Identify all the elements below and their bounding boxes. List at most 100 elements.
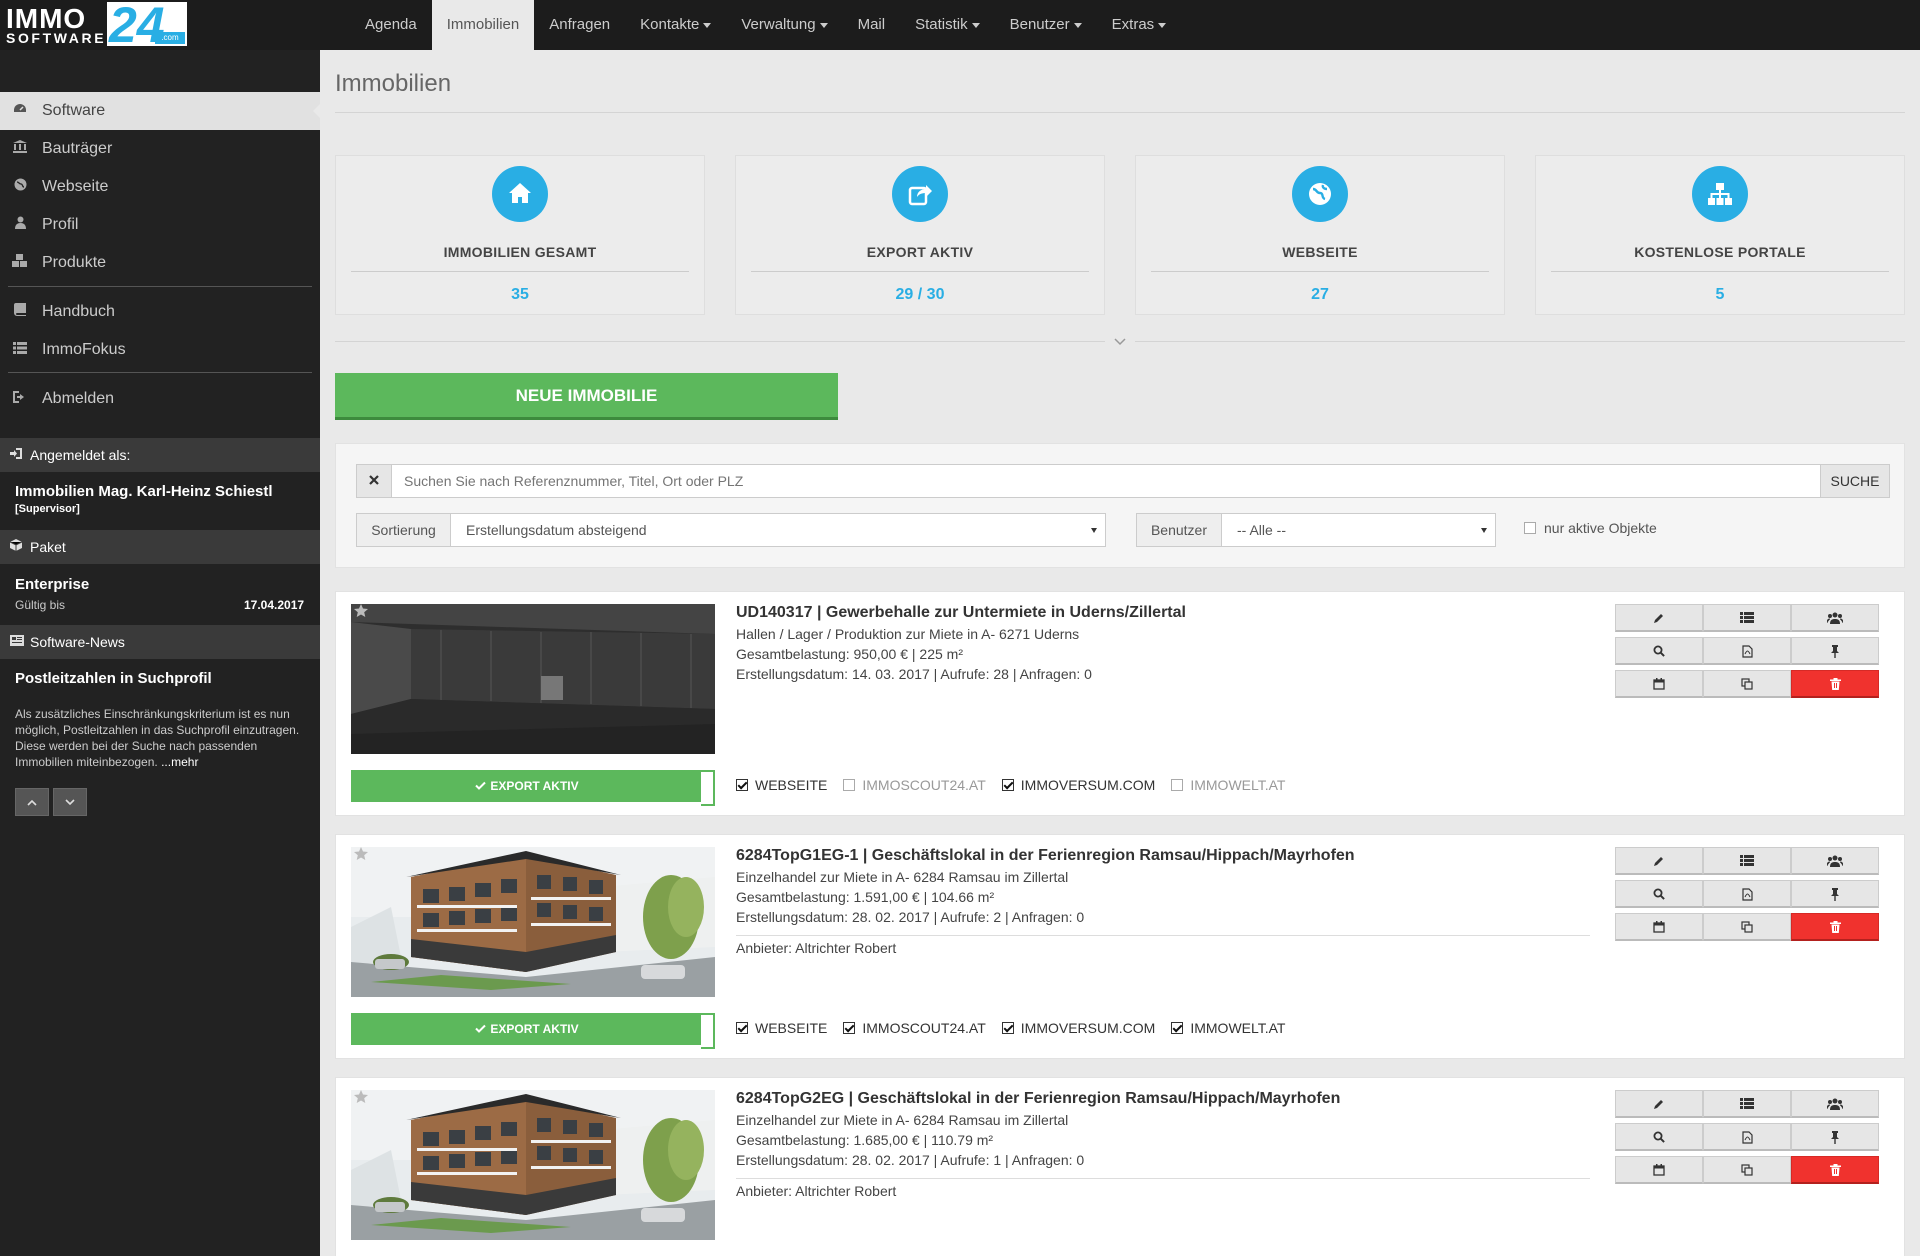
duplicate-button[interactable] (1703, 913, 1791, 941)
sidebar-item-webseite[interactable]: Webseite (0, 168, 320, 206)
search-icon (1653, 887, 1665, 904)
active-only-checkbox[interactable]: nur aktive Objekte (1524, 520, 1657, 536)
portal-checkbox-webseite[interactable]: WEBSEITE (736, 777, 827, 793)
duplicate-button[interactable] (1703, 670, 1791, 698)
export-active-button[interactable]: EXPORT AKTIV (351, 1013, 715, 1049)
preview-button[interactable] (1615, 1123, 1703, 1151)
search-button[interactable]: SUCHE (1820, 464, 1890, 498)
contacts-button[interactable] (1791, 847, 1879, 875)
sort-select[interactable]: Erstellungsdatum absteigend (450, 513, 1106, 547)
stat-immobilien-gesamt[interactable]: IMMOBILIEN GESAMT 35 (335, 155, 705, 315)
sidebar-item-bautraeger[interactable]: Bauträger (0, 130, 320, 168)
nav-item-verwaltung[interactable]: Verwaltung (726, 0, 842, 50)
new-property-button[interactable]: NEUE IMMOBILIE (335, 373, 838, 420)
portal-label: IMMOVERSUM.COM (1020, 777, 1156, 793)
portal-list: WEBSEITE IMMOSCOUT24.AT IMMOVERSUM.COM IMMO… (736, 777, 1286, 793)
stats-collapse-toggle[interactable] (1105, 333, 1135, 349)
property-title[interactable]: 6284TopG2EG | Geschäftslokal in der Feri… (736, 1090, 1340, 1108)
property-title[interactable]: 6284TopG1EG-1 | Geschäftslokal in der Fe… (736, 847, 1355, 865)
appointment-button[interactable] (1615, 913, 1703, 941)
export-active-button[interactable]: EXPORT AKTIV (351, 770, 715, 806)
nav-item-immobilien[interactable]: Immobilien (431, 0, 535, 50)
news-prev-button[interactable] (15, 788, 49, 816)
news-more-link[interactable]: ...mehr (161, 755, 198, 769)
list-icon (1740, 610, 1754, 627)
star-icon[interactable] (354, 847, 368, 864)
chevron-up-icon (27, 799, 37, 806)
pin-button[interactable] (1791, 637, 1879, 665)
appointment-button[interactable] (1615, 670, 1703, 698)
user-select[interactable]: -- Alle -- (1221, 513, 1496, 547)
caret-down-icon (703, 22, 712, 28)
edit-button[interactable] (1615, 1090, 1703, 1118)
edit-button[interactable] (1615, 847, 1703, 875)
preview-button[interactable] (1615, 637, 1703, 665)
portal-checkbox-immoversum-com[interactable]: IMMOVERSUM.COM (1001, 1020, 1155, 1036)
portal-checkbox-immowelt-at[interactable]: IMMOWELT.AT (1171, 1020, 1286, 1036)
chevron-down-icon (1114, 338, 1126, 346)
property-title[interactable]: UD140317 | Gewerbehalle zur Untermiete i… (736, 604, 1186, 622)
appointment-button[interactable] (1615, 1156, 1703, 1184)
star-icon[interactable] (354, 604, 368, 621)
sidebar-item-immofokus[interactable]: ImmoFokus (0, 331, 320, 369)
globe-icon (1292, 166, 1348, 222)
news-next-button[interactable] (53, 788, 87, 816)
star-icon[interactable] (354, 1090, 368, 1107)
logo[interactable]: IMMO SOFTWARE 24 .com (0, 0, 320, 53)
sidebar: Software Bauträger Webseite Profil Produ… (0, 50, 320, 1256)
edit-button[interactable] (1615, 604, 1703, 632)
nav-item-agenda[interactable]: Agenda (350, 0, 432, 50)
user-value: -- Alle -- (1237, 522, 1286, 538)
portal-checkbox-immowelt-at[interactable]: IMMOWELT.AT (1171, 777, 1286, 793)
package-icon (9, 530, 23, 564)
checkbox-icon (1171, 1022, 1184, 1034)
pin-button[interactable] (1791, 880, 1879, 908)
details-button[interactable] (1703, 604, 1791, 632)
calendar-icon (1653, 677, 1665, 694)
nav-item-statistik[interactable]: Statistik (900, 0, 995, 50)
pin-button[interactable] (1791, 1123, 1879, 1151)
property-photo[interactable] (351, 847, 715, 997)
delete-button[interactable] (1791, 670, 1879, 698)
nav-item-mail[interactable]: Mail (843, 0, 901, 50)
nav-item-benutzer[interactable]: Benutzer (995, 0, 1097, 50)
property-photo[interactable] (351, 1090, 715, 1240)
sidebar-item-handbuch[interactable]: Handbuch (0, 293, 320, 331)
details-button[interactable] (1703, 1090, 1791, 1118)
clear-search-button[interactable] (356, 464, 392, 498)
expose-pdf-button[interactable] (1703, 1123, 1791, 1151)
trash-icon (1829, 1163, 1841, 1180)
property-photo[interactable] (351, 604, 715, 754)
property-provider: Anbieter: Altrichter Robert (736, 940, 897, 956)
nav-item-extras[interactable]: Extras (1097, 0, 1182, 50)
duplicate-button[interactable] (1703, 1156, 1791, 1184)
search-input[interactable] (391, 464, 1821, 498)
stat-export-aktiv[interactable]: EXPORT AKTIV 29 / 30 (735, 155, 1105, 315)
sidebar-item-software[interactable]: Software (0, 92, 320, 130)
delete-button[interactable] (1791, 913, 1879, 941)
copy-icon (1741, 1163, 1753, 1180)
nav-item-anfragen[interactable]: Anfragen (534, 0, 625, 50)
title-divider (335, 112, 1905, 113)
sidebar-item-abmelden[interactable]: Abmelden (0, 380, 320, 418)
sidebar-divider (8, 372, 312, 373)
expose-pdf-button[interactable] (1703, 637, 1791, 665)
portal-checkbox-webseite[interactable]: WEBSEITE (736, 1020, 827, 1036)
property-meta: Erstellungsdatum: 14. 03. 2017 | Aufrufe… (736, 666, 1092, 682)
logged-in-header: Angemeldet als: (0, 438, 320, 472)
details-button[interactable] (1703, 847, 1791, 875)
contacts-button[interactable] (1791, 1090, 1879, 1118)
portal-checkbox-immoscout24-at[interactable]: IMMOSCOUT24.AT (843, 1020, 986, 1036)
sidebar-item-profil[interactable]: Profil (0, 206, 320, 244)
stat-webseite[interactable]: WEBSEITE 27 (1135, 155, 1505, 315)
portal-checkbox-immoscout24-at[interactable]: IMMOSCOUT24.AT (843, 777, 986, 793)
expose-pdf-button[interactable] (1703, 880, 1791, 908)
sidebar-item-produkte[interactable]: Produkte (0, 244, 320, 282)
stat-kostenlose-portale[interactable]: KOSTENLOSE PORTALE 5 (1535, 155, 1905, 315)
delete-button[interactable] (1791, 1156, 1879, 1184)
portal-checkbox-immoversum-com[interactable]: IMMOVERSUM.COM (1001, 777, 1156, 793)
nav-item-kontakte[interactable]: Kontakte (625, 0, 726, 50)
caret-down-icon (971, 22, 980, 28)
preview-button[interactable] (1615, 880, 1703, 908)
contacts-button[interactable] (1791, 604, 1879, 632)
